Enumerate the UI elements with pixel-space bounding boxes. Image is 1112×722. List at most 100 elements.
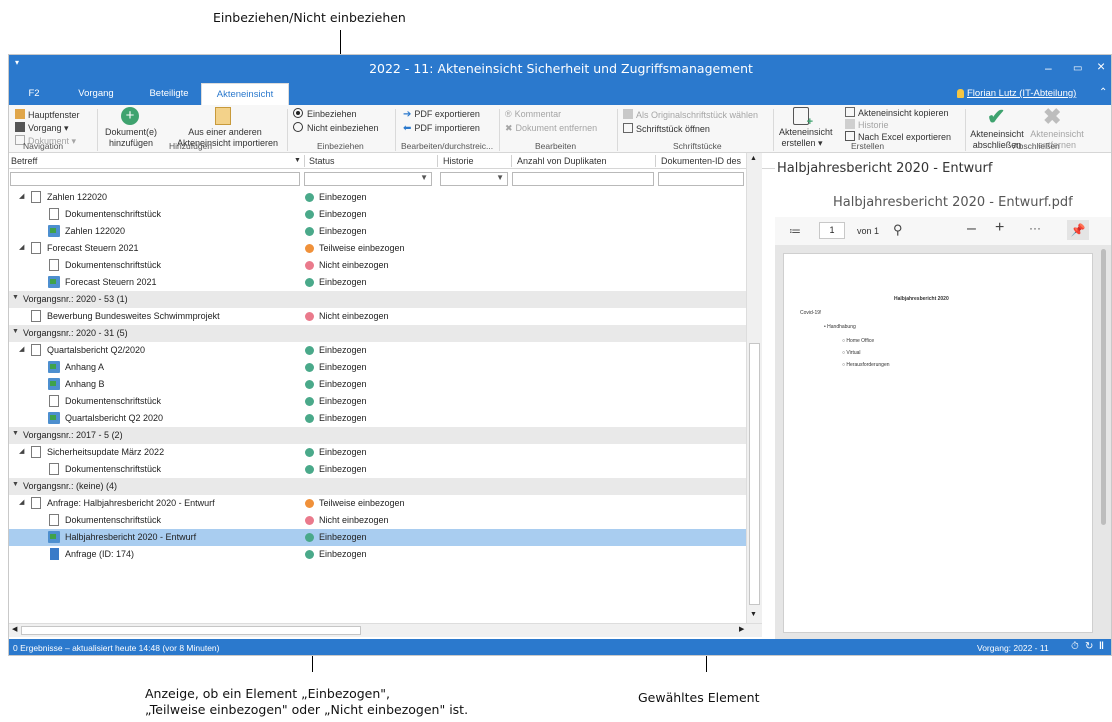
scroll-left-icon[interactable]: ◀: [12, 625, 17, 633]
timer-icon[interactable]: ⏱: [1071, 641, 1079, 652]
column-anzahl-duplikate[interactable]: Anzahl von Duplikaten: [517, 156, 607, 166]
vorgang-button[interactable]: Vorgang ▾: [15, 122, 69, 134]
table-row[interactable]: Quartalsbericht Q2 2020 Einbezogen: [9, 410, 746, 427]
remove-icon: ✖: [505, 123, 513, 133]
hauptfenster-button[interactable]: Hauptfenster: [15, 109, 80, 121]
filter-status-select[interactable]: ▼: [304, 172, 432, 186]
group-row[interactable]: ▼ Vorgangsnr.: 2017 - 5 (2): [9, 427, 746, 444]
user-link[interactable]: Florian Lutz (IT-Abteilung): [967, 88, 1076, 99]
pdf-import-button[interactable]: ⬅ PDF importieren: [403, 123, 480, 134]
collapse-icon[interactable]: ◢: [19, 447, 24, 455]
column-status[interactable]: Status: [309, 156, 335, 166]
pdf-export-button[interactable]: ➔ PDF exportieren: [403, 109, 480, 120]
status-bar: 0 Ergebnisse – aktualisiert heute 14:48 …: [9, 639, 1111, 655]
table-row[interactable]: Dokumentenschriftstück Einbezogen: [9, 206, 746, 223]
column-separator[interactable]: [437, 155, 438, 167]
column-dokumenten-id[interactable]: Dokumenten-ID des: [661, 156, 741, 166]
kommentar-button[interactable]: ® Kommentar: [505, 109, 561, 120]
scroll-thumb[interactable]: [749, 343, 760, 605]
pause-icon[interactable]: ‖: [1099, 641, 1104, 652]
more-icon[interactable]: ···: [1029, 221, 1041, 235]
callout-status-line2: „Teilweise einbezogen" oder „Nicht einbe…: [145, 702, 469, 717]
column-betreff[interactable]: Betreff: [11, 156, 37, 166]
table-row[interactable]: Dokumentenschriftstück Einbezogen: [9, 393, 746, 410]
collapse-icon[interactable]: ◢: [19, 498, 24, 506]
column-separator[interactable]: [655, 155, 656, 167]
collapse-icon[interactable]: ▼: [12, 294, 19, 301]
group-row[interactable]: ▼ Vorgangsnr.: 2020 - 31 (5): [9, 325, 746, 342]
originalschriftstueck-button[interactable]: Als Originalschriftstück wählen: [623, 109, 758, 121]
title-bar: ▾ 2022 - 11: Akteneinsicht Sicherheit un…: [9, 55, 1111, 83]
ribbon-separator: [97, 109, 98, 151]
group-row[interactable]: ▼ Vorgangsnr.: 2020 - 53 (1): [9, 291, 746, 308]
table-row[interactable]: Anfrage (ID: 174) Einbezogen: [9, 546, 746, 563]
dokument-entfernen-button[interactable]: ✖ Dokument entfernen: [505, 123, 597, 134]
close-button[interactable]: ×: [1097, 58, 1105, 74]
maximize-button[interactable]: ▭: [1073, 63, 1082, 74]
search-icon[interactable]: ⚲: [893, 222, 903, 238]
tab-f2[interactable]: F2: [19, 83, 49, 105]
table-row[interactable]: Dokumentenschriftstück Einbezogen: [9, 461, 746, 478]
table-row[interactable]: ◢ Anfrage: Halbjahresbericht 2020 - Entw…: [9, 495, 746, 512]
original-doc-icon: [623, 109, 633, 119]
tab-akteneinsicht[interactable]: Akteneinsicht: [201, 83, 289, 105]
toc-icon[interactable]: ≔: [789, 224, 801, 238]
filter-betreff-input[interactable]: [10, 172, 300, 186]
column-separator[interactable]: [304, 155, 305, 167]
table-row[interactable]: Dokumentenschriftstück Nicht einbezogen: [9, 257, 746, 274]
vertical-scrollbar[interactable]: ▲ ▼: [746, 153, 762, 623]
akteneinsicht-kopieren-button[interactable]: Akteneinsicht kopieren: [845, 107, 949, 119]
table-row[interactable]: ◢ Quartalsbericht Q2/2020 Einbezogen: [9, 342, 746, 359]
refresh-icon[interactable]: ↻: [1085, 641, 1093, 652]
historie-button[interactable]: Historie: [845, 119, 889, 131]
table-row[interactable]: Dokumentenschriftstück Nicht einbezogen: [9, 512, 746, 529]
einbeziehen-radio[interactable]: Einbeziehen: [293, 108, 357, 120]
table-row[interactable]: ◢ Sicherheitsupdate März 2022 Einbezogen: [9, 444, 746, 461]
collapse-icon[interactable]: ▼: [12, 430, 19, 437]
scroll-right-icon[interactable]: ▶: [739, 625, 744, 633]
filter-duplikate-input[interactable]: [512, 172, 654, 186]
horizontal-scrollbar[interactable]: ◀ ▶: [9, 623, 762, 637]
ribbon-separator: [287, 109, 288, 151]
collapse-icon[interactable]: ◢: [19, 345, 24, 353]
zoom-out-icon[interactable]: –: [967, 220, 976, 238]
nicht-einbeziehen-radio[interactable]: Nicht einbeziehen: [293, 122, 379, 134]
column-separator[interactable]: [511, 155, 512, 167]
hscroll-thumb[interactable]: [21, 626, 361, 635]
sort-down-icon[interactable]: ▼: [294, 157, 301, 164]
table-row[interactable]: ◢ Forecast Steuern 2021 Teilweise einbez…: [9, 240, 746, 257]
table-row[interactable]: Anhang A Einbezogen: [9, 359, 746, 376]
pdf-scrollbar[interactable]: [1097, 245, 1109, 639]
zoom-in-icon[interactable]: +: [995, 219, 1004, 237]
page-number-input[interactable]: 1: [819, 222, 845, 239]
filter-historie-select[interactable]: ▼: [440, 172, 508, 186]
doc-subbullet: ○ Home Office: [842, 338, 875, 344]
scroll-up-icon[interactable]: ▲: [750, 155, 757, 162]
status-dot: [305, 312, 314, 321]
column-historie[interactable]: Historie: [443, 156, 474, 166]
tab-beteiligte[interactable]: Beteiligte: [139, 83, 199, 105]
table-row[interactable]: Bewerbung Bundesweites Schwimmprojekt Ni…: [9, 308, 746, 325]
tab-vorgang[interactable]: Vorgang: [71, 83, 121, 105]
collapse-icon[interactable]: ◢: [19, 192, 24, 200]
pdf-scroll-thumb[interactable]: [1101, 249, 1106, 525]
add-document-button[interactable]: Dokument(e) hinzufügen: [105, 127, 157, 149]
table-row[interactable]: Forecast Steuern 2021 Einbezogen: [9, 274, 746, 291]
table-row[interactable]: ◢ Zahlen 122020 Einbezogen: [9, 189, 746, 206]
table-row[interactable]: Anhang B Einbezogen: [9, 376, 746, 393]
table-row[interactable]: Zahlen 122020 Einbezogen: [9, 223, 746, 240]
table-row-selected[interactable]: Halbjahresbericht 2020 - Entwurf Einbezo…: [9, 529, 746, 546]
collapse-icon[interactable]: ▼: [12, 481, 19, 488]
pin-icon[interactable]: 📌: [1067, 220, 1089, 240]
schriftstueck-oeffnen-button[interactable]: Schriftstück öffnen: [623, 123, 710, 135]
status-text: Einbezogen: [319, 379, 367, 389]
filter-dokumenten-id-input[interactable]: [658, 172, 744, 186]
minimize-button[interactable]: –: [1045, 61, 1052, 75]
scroll-down-icon[interactable]: ▼: [750, 611, 757, 618]
group-row[interactable]: ▼ Vorgangsnr.: (keine) (4): [9, 478, 746, 495]
status-text: Einbezogen: [319, 362, 367, 372]
collapse-ribbon-icon[interactable]: ⌃: [1099, 87, 1107, 98]
collapse-icon[interactable]: ◢: [19, 243, 24, 251]
akteneinsicht-erstellen-button[interactable]: Akteneinsicht erstellen ▾: [779, 127, 833, 149]
collapse-icon[interactable]: ▼: [12, 328, 19, 335]
